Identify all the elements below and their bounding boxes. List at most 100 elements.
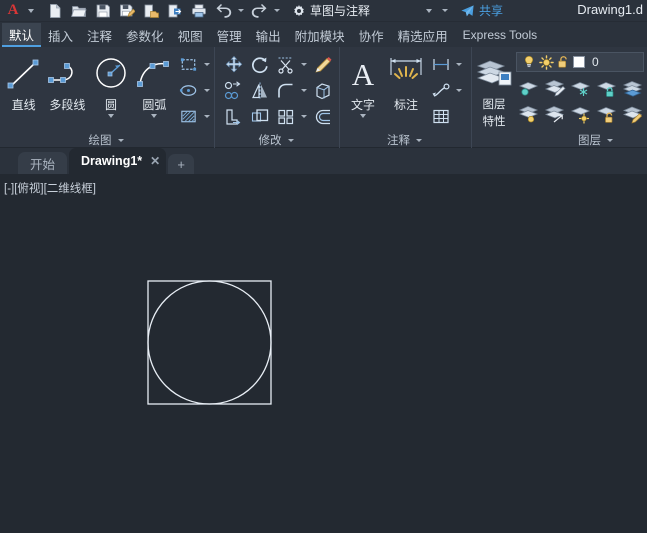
panel-draw-title[interactable]: 绘图: [2, 132, 212, 148]
ribbon-tab-express-tools[interactable]: Express Tools: [455, 23, 545, 47]
ellipse-dropdown-chevron-icon[interactable]: [204, 89, 210, 92]
circle-shape[interactable]: [148, 281, 271, 404]
copy-button[interactable]: [221, 78, 246, 103]
panel-layers-chevron-icon[interactable]: [607, 139, 613, 142]
print-icon[interactable]: [188, 1, 210, 21]
qat-overflow-chevron-icon[interactable]: [442, 9, 448, 12]
scale-button[interactable]: [247, 104, 272, 129]
array-button[interactable]: [273, 104, 298, 129]
layer-merge-button[interactable]: [620, 75, 645, 100]
layer-edit-button[interactable]: [542, 75, 567, 100]
ribbon-panels: 直线 多段线: [0, 47, 647, 148]
save-icon[interactable]: [92, 1, 114, 21]
application-menu-button[interactable]: A: [0, 0, 26, 22]
circle-button[interactable]: 圆: [89, 51, 132, 118]
layer-merge-icon: [622, 78, 644, 98]
layer-properties-button[interactable]: 图层 特性: [474, 51, 514, 129]
drawing-canvas[interactable]: [-][俯视][二维线框]: [0, 174, 647, 533]
ribbon-tab-manage[interactable]: 管理: [210, 23, 249, 47]
ribbon-tab-output[interactable]: 输出: [249, 23, 288, 47]
application-menu-chevron-icon[interactable]: [28, 9, 34, 13]
lightbulb-icon[interactable]: [522, 55, 536, 69]
extrude-button[interactable]: [310, 78, 335, 103]
ribbon-tab-insert[interactable]: 插入: [41, 23, 80, 47]
linear-dimension-dropdown-chevron-icon[interactable]: [456, 63, 462, 66]
new-tab-button[interactable]: +: [168, 154, 194, 174]
hatch-dropdown-chevron-icon[interactable]: [204, 115, 210, 118]
line-icon: [4, 53, 44, 95]
table-icon: [431, 107, 451, 126]
arc-button[interactable]: 圆弧: [133, 51, 176, 118]
move-button[interactable]: [221, 52, 246, 77]
layer-freeze-icon: [570, 78, 592, 98]
file-tab-drawing1[interactable]: Drawing1* ✕: [69, 148, 166, 174]
layer-color-swatch[interactable]: [573, 56, 585, 68]
fillet-dropdown-chevron-icon[interactable]: [301, 89, 307, 92]
match-properties-button[interactable]: [310, 52, 335, 77]
layer-freeze-button[interactable]: [568, 75, 593, 100]
unlock-icon[interactable]: [557, 55, 570, 69]
rectangle-dropdown-chevron-icon[interactable]: [204, 63, 210, 66]
rotate-button[interactable]: [247, 52, 272, 77]
trim-dropdown-chevron-icon[interactable]: [301, 63, 307, 66]
redo-chevron-icon[interactable]: [274, 9, 280, 12]
text-button[interactable]: A 文字: [342, 51, 384, 118]
workspace-chevron-icon[interactable]: [426, 9, 432, 13]
dimension-button[interactable]: 标注: [384, 51, 428, 113]
ribbon-tab-addins[interactable]: 附加模块: [288, 23, 352, 47]
panel-annotation-chevron-icon[interactable]: [416, 139, 422, 142]
ribbon-tab-featured-apps[interactable]: 精选应用: [391, 23, 455, 47]
fillet-button[interactable]: [273, 78, 298, 103]
layer-match-button[interactable]: [620, 101, 645, 126]
ribbon-tab-collaborate[interactable]: 协作: [352, 23, 391, 47]
ellipse-button[interactable]: [176, 78, 201, 103]
table-button[interactable]: [428, 104, 453, 129]
arc-dropdown-chevron-icon[interactable]: [151, 114, 157, 118]
linear-dimension-button[interactable]: [428, 52, 453, 77]
line-button[interactable]: 直线: [2, 51, 45, 113]
export-icon[interactable]: [164, 1, 186, 21]
layer-unlock-button[interactable]: [594, 101, 619, 126]
layer-previous-button[interactable]: [542, 101, 567, 126]
ribbon-tab-annotate[interactable]: 注释: [80, 23, 119, 47]
array-dropdown-chevron-icon[interactable]: [301, 115, 307, 118]
redo-icon[interactable]: [248, 1, 270, 21]
circle-dropdown-chevron-icon[interactable]: [108, 114, 114, 118]
layer-isolate-button[interactable]: [516, 75, 541, 100]
panel-modify-title[interactable]: 修改: [217, 132, 337, 148]
trim-button[interactable]: [273, 52, 298, 77]
panel-modify-chevron-icon[interactable]: [288, 139, 294, 142]
layer-off-button[interactable]: [516, 101, 541, 126]
close-icon[interactable]: ✕: [150, 154, 160, 168]
stretch-button[interactable]: [221, 104, 246, 129]
offset-button[interactable]: [310, 104, 335, 129]
leader-button[interactable]: [428, 78, 453, 103]
ribbon-tab-parametric[interactable]: 参数化: [119, 23, 171, 47]
ribbon-tab-default[interactable]: 默认: [2, 23, 41, 47]
new-file-icon[interactable]: [44, 1, 66, 21]
open-file-icon[interactable]: [68, 1, 90, 21]
panel-layers-title[interactable]: 图层: [474, 132, 643, 148]
file-tab-start[interactable]: 开始: [18, 152, 67, 174]
save-as-icon[interactable]: [116, 1, 138, 21]
undo-icon[interactable]: [212, 1, 234, 21]
leader-dropdown-chevron-icon[interactable]: [456, 89, 462, 92]
text-dropdown-chevron-icon[interactable]: [360, 114, 366, 118]
layer-thaw-button[interactable]: [568, 101, 593, 126]
share-button[interactable]: 共享: [460, 2, 503, 19]
hatch-button[interactable]: [176, 104, 201, 129]
workspace-switcher[interactable]: 草图与注释: [290, 2, 440, 20]
plot-icon[interactable]: [140, 1, 162, 21]
layer-state-row[interactable]: 0: [516, 52, 644, 72]
panel-draw-chevron-icon[interactable]: [118, 139, 124, 142]
mirror-button[interactable]: [247, 78, 272, 103]
ribbon-tab-view[interactable]: 视图: [171, 23, 210, 47]
sun-icon[interactable]: [539, 55, 554, 70]
rectangle-button[interactable]: [176, 52, 201, 77]
polyline-button[interactable]: 多段线: [45, 51, 89, 113]
undo-chevron-icon[interactable]: [238, 9, 244, 12]
file-tab-start-label: 开始: [30, 154, 55, 173]
layer-isolate-icon: [518, 78, 540, 98]
panel-annotation-title[interactable]: 注释: [342, 132, 469, 148]
layer-lock-button[interactable]: [594, 75, 619, 100]
